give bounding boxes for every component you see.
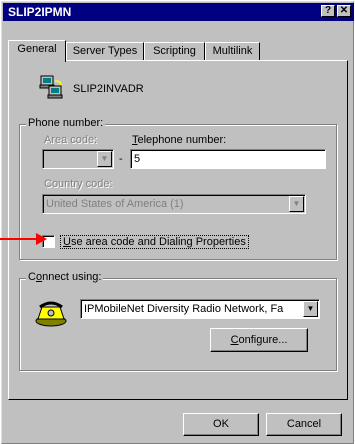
country-code-label: Country code: [44,178,113,190]
device-select[interactable]: IPMobileNet Diversity Radio Network, Fa … [80,299,320,319]
window-title: SLIP2IPMN [8,5,72,19]
area-code-select: ▼ [42,149,114,169]
use-area-code-checkbox-label[interactable]: Use area code and Dialing Properties [60,235,249,249]
country-code-dropdown-arrow-icon: ▼ [289,196,304,212]
area-code-label: Area code: [44,134,98,146]
device-value: IPMobileNet Diversity Radio Network, Fa [84,303,284,315]
configure-button[interactable]: Configure... [210,328,308,352]
telephone-number-label: Telephone number: [132,134,227,146]
connect-using-group: Connect using: IPMobileNet Diversity Rad… [19,271,337,371]
cancel-button[interactable]: Cancel [266,413,342,436]
close-button[interactable]: ✕ [337,5,351,17]
modem-telephone-icon [35,301,67,327]
country-code-value: United States of America (1) [46,198,184,210]
device-dropdown-arrow-icon[interactable]: ▼ [303,301,318,317]
tab-scripting[interactable]: Scripting [144,42,205,60]
tab-server-types[interactable]: Server Types [66,42,144,60]
phone-number-label: Phone number: [26,117,106,129]
area-code-dash: - [119,153,123,165]
help-button[interactable]: ? [321,5,335,17]
computers-connection-icon [39,75,63,99]
dialog-window: SLIP2IPMN ? ✕ General Server Types Scrip… [1,1,354,444]
telephone-number-input[interactable]: 5 [130,149,326,169]
tab-general[interactable]: General [8,40,66,62]
area-code-dropdown-arrow-icon: ▼ [97,151,112,167]
phone-number-group: Phone number: Area code: ▼ - Telephone n… [19,117,337,260]
telephone-number-value: 5 [134,153,141,165]
connection-name: SLIP2INVADR [73,83,144,95]
connect-using-label: Connect using: [26,271,104,283]
annotation-arrow-icon [0,233,47,245]
tab-multilink[interactable]: Multilink [205,42,260,60]
general-tab-panel: SLIP2INVADR Phone number: Area code: ▼ -… [8,60,348,400]
title-bar[interactable]: SLIP2IPMN ? ✕ [3,3,354,21]
ok-button[interactable]: OK [183,413,259,436]
country-code-select: United States of America (1) ▼ [42,194,306,214]
